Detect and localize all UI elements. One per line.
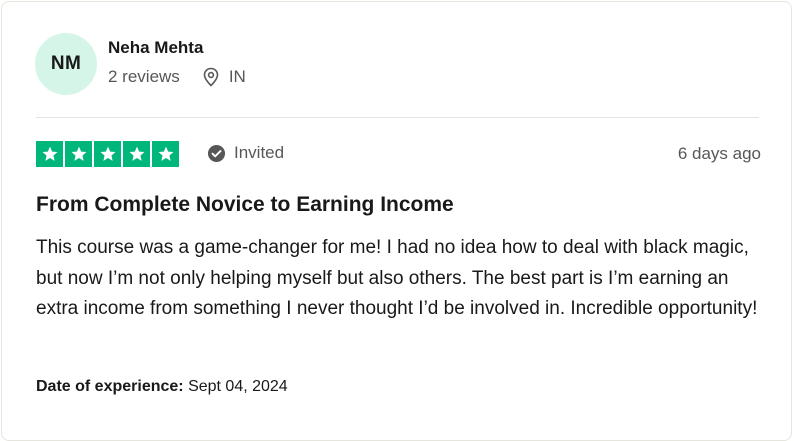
star-icon xyxy=(36,141,63,167)
divider xyxy=(36,117,759,118)
invited-badge[interactable]: Invited xyxy=(207,143,284,163)
star-icon xyxy=(152,141,179,167)
star-icon xyxy=(94,141,121,167)
location-pin-icon xyxy=(202,67,220,87)
star-rating xyxy=(36,141,179,167)
star-icon xyxy=(65,141,92,167)
star-icon xyxy=(123,141,150,167)
reviewer-country: IN xyxy=(228,67,246,86)
reviewer-meta: 2 reviews IN xyxy=(108,67,246,87)
review-title[interactable]: From Complete Novice to Earning Income xyxy=(36,193,454,217)
review-body: This course was a game-changer for me! I… xyxy=(36,237,758,319)
date-of-experience: Date of experience: Sept 04, 2024 xyxy=(36,378,288,396)
avatar[interactable]: NM xyxy=(35,33,97,95)
experience-date: Sept 04, 2024 xyxy=(188,378,288,395)
invited-label: Invited xyxy=(234,143,285,162)
reviewer-name[interactable]: Neha Mehta xyxy=(108,38,203,58)
posted-time: 6 days ago xyxy=(677,144,761,163)
review-count: 2 reviews xyxy=(108,67,180,86)
check-circle-icon xyxy=(207,144,226,163)
avatar-initials: NM xyxy=(50,53,82,74)
experience-label: Date of experience: xyxy=(36,378,184,395)
